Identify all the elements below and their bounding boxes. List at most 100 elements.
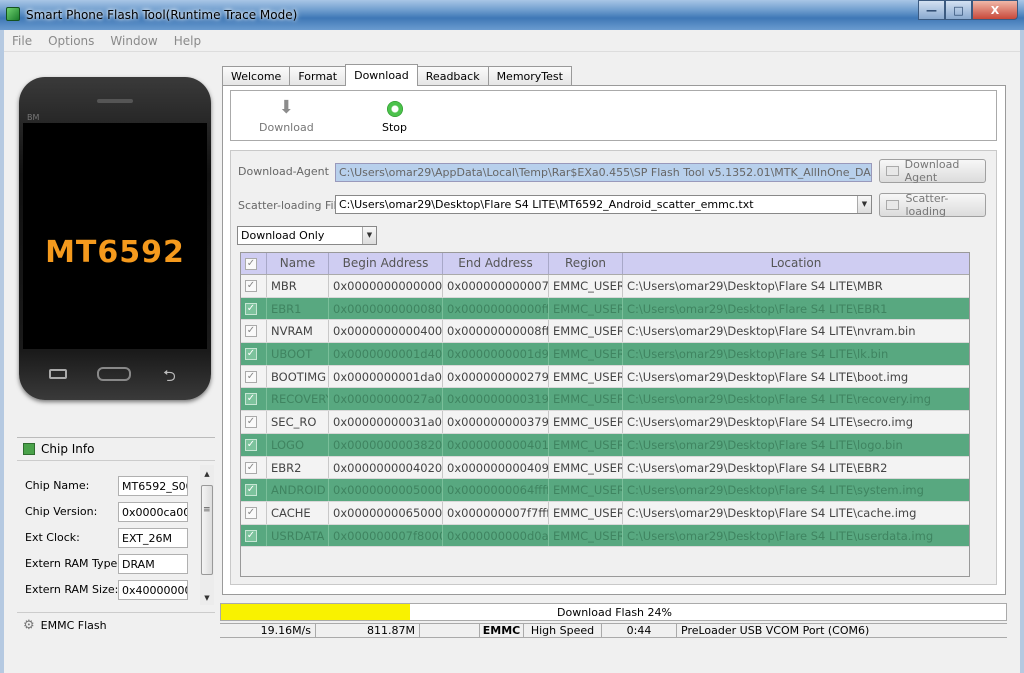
table-row[interactable]: ✓ EBR10x00000000000800000x00000000000ffff… xyxy=(241,297,969,321)
cell-end-address: 0x000000000d0affff xyxy=(443,524,549,547)
col-begin-address[interactable]: Begin Address xyxy=(329,253,443,274)
table-row[interactable]: ✓ SEC_RO0x00000000031a00000x000000000379f… xyxy=(241,411,969,434)
cell-location: C:\Users\omar29\Desktop\Flare S4 LITE\ca… xyxy=(627,505,917,520)
col-location[interactable]: Location xyxy=(623,253,969,274)
cell-name: BOOTIMG xyxy=(267,365,329,388)
col-name[interactable]: Name xyxy=(267,253,329,274)
cell-location: C:\Users\omar29\Desktop\Flare S4 LITE\lk… xyxy=(627,347,889,362)
cell-region: EMMC_USER xyxy=(549,411,623,433)
scatter-loading-button-label: Scatter-loading xyxy=(905,192,949,218)
download-agent-button[interactable]: Download Agent xyxy=(879,158,986,184)
row-checkbox-cell: ✓ xyxy=(241,275,267,297)
status-storage-type: EMMC xyxy=(480,624,524,637)
table-row[interactable]: ✓ BOOTIMG0x0000000001da00000x000000000279… xyxy=(241,365,969,389)
cell-location: C:\Users\omar29\Desktop\Flare S4 LITE\EB… xyxy=(627,460,888,475)
row-checkbox[interactable]: ✓ xyxy=(245,370,257,383)
cell-begin-address: 0x0000000001da0000 xyxy=(329,365,443,388)
cell-location: C:\Users\omar29\Desktop\Flare S4 LITE\MB… xyxy=(627,279,883,293)
tab-memorytest[interactable]: MemoryTest xyxy=(487,66,572,86)
chevron-down-icon[interactable]: ▼ xyxy=(857,196,871,213)
tab-format[interactable]: Format xyxy=(289,66,347,86)
cell-begin-address: 0x0000000000000000 xyxy=(329,275,443,297)
ext-clock-label: Ext Clock: xyxy=(25,531,80,544)
back-key-icon: ⮌ xyxy=(163,366,176,385)
table-row[interactable]: ✓ NVRAM0x00000000004000000x00000000008fff… xyxy=(241,320,969,344)
download-mode-select[interactable]: Download Only ▼ xyxy=(237,226,377,245)
row-checkbox[interactable]: ✓ xyxy=(245,302,257,315)
menu-options[interactable]: Options xyxy=(48,34,94,48)
row-checkbox-cell: ✓ xyxy=(241,456,267,479)
table-row[interactable]: ✓ ANDROID0x00000000050000000x0000000064ff… xyxy=(241,479,969,502)
tab-readback[interactable]: Readback xyxy=(416,66,489,86)
chip-version-label: Chip Version: xyxy=(25,505,98,518)
row-checkbox[interactable]: ✓ xyxy=(245,348,257,361)
emmc-flash-header[interactable]: ⚙ EMMC Flash xyxy=(17,612,215,638)
menu-help[interactable]: Help xyxy=(174,34,201,48)
row-checkbox-cell: ✓ xyxy=(241,388,267,411)
chip-info-header[interactable]: Chip Info xyxy=(17,437,215,461)
cell-begin-address: 0x00000000031a0000 xyxy=(329,411,443,433)
chip-info-scrollbar[interactable]: ▲ ≡ ▼ xyxy=(200,465,214,605)
tab-download[interactable]: Download xyxy=(345,64,418,86)
table-row[interactable]: ✓ USRDATA0x000000007f8000000x000000000d0a… xyxy=(241,524,969,548)
phone-screen: MT6592 xyxy=(23,123,207,349)
row-checkbox-cell: ✓ xyxy=(241,320,267,343)
phone-brand: BM xyxy=(27,113,40,122)
row-checkbox-cell: ✓ xyxy=(241,343,267,365)
ram-type-value: DRAM xyxy=(118,554,188,574)
scatter-file-combo[interactable]: C:\Users\omar29\Desktop\Flare S4 LITE\MT… xyxy=(335,195,872,214)
download-agent-field[interactable]: C:\Users\omar29\AppData\Local\Temp\Rar$E… xyxy=(335,163,872,182)
col-region[interactable]: Region xyxy=(549,253,623,274)
cell-region: EMMC_USER xyxy=(549,479,623,501)
cell-region: EMMC_USER xyxy=(549,297,623,320)
cell-begin-address: 0x0000000003820000 xyxy=(329,433,443,456)
cell-name: MBR xyxy=(267,275,329,297)
row-checkbox[interactable]: ✓ xyxy=(245,280,257,292)
menu-window[interactable]: Window xyxy=(110,34,157,48)
cell-begin-address: 0x0000000065000000 xyxy=(329,501,443,524)
scroll-up-icon[interactable]: ▲ xyxy=(200,467,214,481)
row-checkbox[interactable]: ✓ xyxy=(245,506,257,519)
emmc-flash-label: EMMC Flash xyxy=(40,619,107,632)
row-checkbox[interactable]: ✓ xyxy=(245,393,257,406)
table-row[interactable]: ✓ UBOOT0x0000000001d400000x0000000001d9ff… xyxy=(241,343,969,366)
cell-name: LOGO xyxy=(267,433,329,456)
ram-type-label: Extern RAM Type: xyxy=(25,557,122,570)
gear-icon: ⚙ xyxy=(23,618,35,633)
stop-button[interactable]: Stop xyxy=(382,99,407,134)
col-end-address[interactable]: End Address xyxy=(443,253,549,274)
tab-welcome[interactable]: Welcome xyxy=(222,66,291,86)
maximize-button[interactable]: □ xyxy=(945,0,972,20)
scroll-thumb[interactable] xyxy=(201,485,213,575)
table-row[interactable]: ✓ MBR0x00000000000000000x000000000007ffff… xyxy=(241,275,969,298)
chevron-down-icon[interactable]: ▼ xyxy=(362,227,376,244)
row-checkbox[interactable]: ✓ xyxy=(245,416,257,429)
download-button[interactable]: ⬇ Download xyxy=(259,99,314,135)
cell-location: C:\Users\omar29\Desktop\Flare S4 LITE\us… xyxy=(627,528,934,543)
download-mode-value: Download Only xyxy=(241,229,325,242)
select-all-header[interactable]: ✓ xyxy=(241,253,267,274)
row-checkbox[interactable]: ✓ xyxy=(245,529,257,542)
chip-version-value: 0x0000ca00 xyxy=(118,502,188,522)
row-checkbox[interactable]: ✓ xyxy=(245,438,257,451)
select-all-checkbox[interactable]: ✓ xyxy=(245,258,257,270)
cell-end-address: 0x00000000000fffff xyxy=(443,297,549,320)
table-row[interactable]: ✓ RECOVERY0x00000000027a00000x00000000031… xyxy=(241,388,969,412)
status-bar: 19.16M/s 811.87M EMMC High Speed 0:44 Pr… xyxy=(220,623,1007,638)
cell-begin-address: 0x000000007f800000 xyxy=(329,524,443,547)
close-button[interactable]: X xyxy=(972,0,1018,20)
table-row[interactable]: ✓ LOGO0x00000000038200000x000000000401fff… xyxy=(241,433,969,457)
table-row[interactable]: ✓ CACHE0x00000000650000000x000000007f7fff… xyxy=(241,501,969,525)
cell-region: EMMC_USER xyxy=(549,275,623,297)
menu-file[interactable]: File xyxy=(12,34,32,48)
scroll-down-icon[interactable]: ▼ xyxy=(200,591,214,605)
row-checkbox-cell: ✓ xyxy=(241,524,267,547)
minimize-button[interactable]: — xyxy=(918,0,945,20)
row-checkbox[interactable]: ✓ xyxy=(245,461,257,474)
row-checkbox[interactable]: ✓ xyxy=(245,325,257,338)
scatter-loading-button[interactable]: Scatter-loading xyxy=(879,192,986,218)
app-icon xyxy=(6,7,20,21)
cell-location: C:\Users\omar29\Desktop\Flare S4 LITE\re… xyxy=(627,392,932,407)
table-row[interactable]: ✓ EBR20x00000000040200000x000000000409fff… xyxy=(241,456,969,480)
row-checkbox[interactable]: ✓ xyxy=(245,484,257,497)
